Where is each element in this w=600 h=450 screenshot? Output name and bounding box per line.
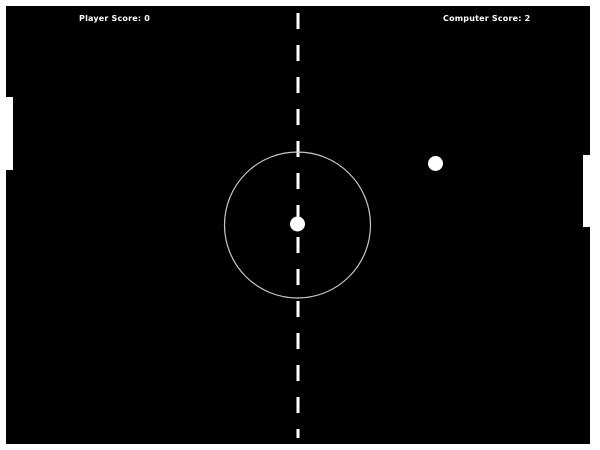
- center-line-dash: [296, 397, 300, 413]
- computer-paddle: [583, 155, 590, 227]
- playfield: [6, 13, 590, 438]
- center-line-dash: [296, 109, 300, 125]
- center-line-dash: [296, 237, 300, 253]
- center-line-dash: [296, 301, 300, 317]
- center-line-dash: [296, 333, 300, 349]
- center-line-dash: [296, 13, 300, 29]
- center-line-dash: [296, 77, 300, 93]
- center-line-dash: [296, 45, 300, 61]
- ball: [428, 156, 443, 171]
- center-line-dash: [296, 429, 300, 438]
- player-paddle[interactable]: [6, 97, 13, 170]
- center-line-dash: [296, 173, 300, 189]
- center-line-dash: [296, 141, 300, 157]
- center-line-dash: [296, 269, 300, 285]
- center-dot: [290, 216, 305, 232]
- center-line-dash: [296, 365, 300, 381]
- game-window: Player Score: 0 Computer Score: 2: [0, 0, 600, 450]
